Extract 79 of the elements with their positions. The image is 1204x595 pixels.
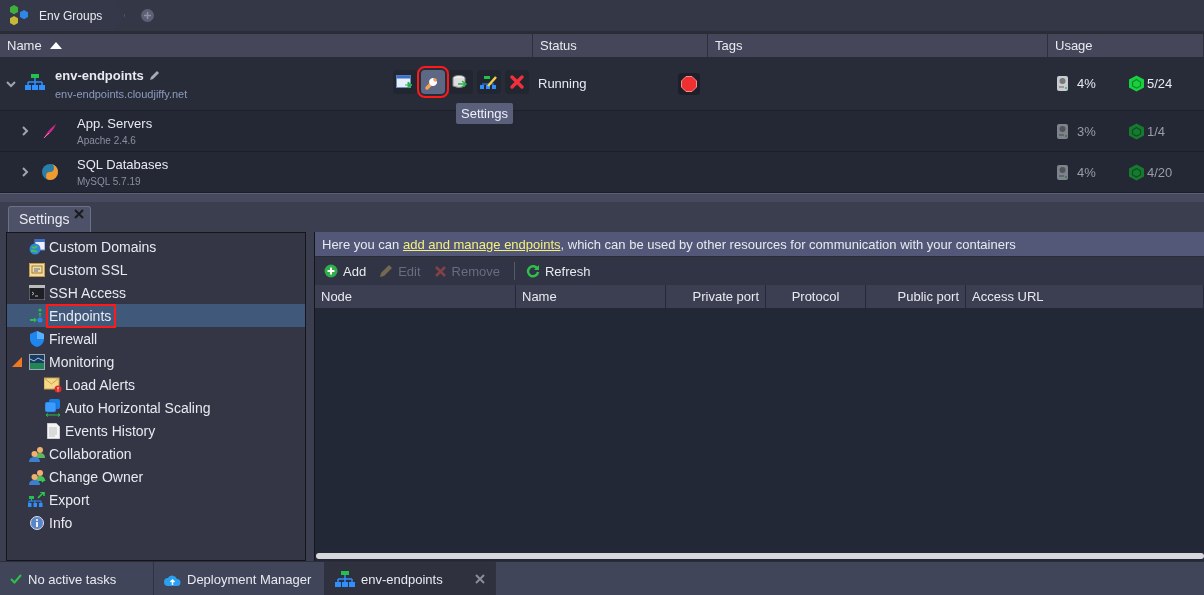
shield-icon [30,330,44,347]
node-version: MySQL 5.7.19 [77,176,142,187]
menu-item[interactable]: Export [7,488,305,511]
menu-item[interactable]: SSH Access [7,281,305,304]
column-header[interactable]: Node [315,285,516,308]
pencil-icon[interactable] [149,70,160,80]
disk-usage: 4% [1077,164,1096,180]
cloudlet-usage: 1/4 [1147,123,1166,139]
disk-usage: 3% [1077,123,1096,139]
status-bar-tab[interactable]: env-endpoints [325,562,496,595]
change-topology-button[interactable] [477,70,501,94]
refresh-button[interactable]: Refresh [522,261,597,281]
settings-tab[interactable]: Settings [8,206,91,232]
menu-item[interactable]: Custom SSL [7,258,305,281]
menu-item[interactable]: Change Owner [7,465,305,488]
status-text: Running [538,76,587,91]
stop-button[interactable] [678,72,700,95]
export-icon [28,491,46,508]
remove-icon [433,264,447,278]
chart-icon [29,353,45,370]
menu-item[interactable]: Events History [7,419,305,442]
cloudlet-icon [1128,75,1145,92]
menu-item[interactable]: Monitoring [7,350,305,373]
node-version: Apache 2.4.6 [77,135,137,146]
info-icon [30,515,44,530]
scrollbar[interactable] [316,553,1204,559]
database-logo-icon [41,163,59,181]
cross-icon [509,74,525,90]
terminal-icon [29,285,45,300]
add-icon [324,264,338,278]
browser-window-icon [396,74,414,90]
topology-icon [335,571,355,587]
users-icon [28,445,46,462]
cloudlet-icon [1128,163,1145,181]
column-header[interactable]: Private port [666,285,766,308]
topology-icon [25,74,45,90]
menu-item[interactable]: Load Alerts [7,373,305,396]
alert-envelope-icon [44,376,62,393]
pencil-icon [379,264,394,278]
environment-domain[interactable]: env-endpoints.cloudjiffy.net [55,87,188,100]
tooltip: Settings [456,103,513,124]
node-name[interactable]: SQL Databases [77,157,169,172]
menu-item[interactable]: Firewall [7,327,305,350]
menu-item[interactable]: Auto Horizontal Scaling [7,396,305,419]
expand-toggle-icon[interactable] [11,356,22,367]
check-icon [10,574,22,584]
topology-edit-icon [480,74,498,90]
delete-button[interactable] [505,70,529,94]
refresh-icon [525,264,540,278]
environment-name[interactable]: env-endpoints [55,67,144,83]
endpoints-link[interactable]: add and manage endpoints [402,236,561,252]
scaling-icon [45,398,61,417]
cloudlet-icon [1128,122,1145,140]
column-header[interactable]: Protocol [766,285,866,308]
menu-item[interactable]: Custom Domains [7,235,305,258]
certificate-icon [29,262,45,277]
endpoints-icon [29,307,45,324]
menu-item[interactable]: Info [7,511,305,534]
node-name[interactable]: App. Servers [77,116,153,131]
disk-usage: 4% [1077,76,1096,91]
open-browser-button[interactable] [393,70,417,94]
status-bar-tab[interactable]: No active tasks [0,562,154,595]
add-group-icon[interactable] [140,9,154,22]
cloudlet-usage: 4/20 [1147,164,1173,180]
menu-item[interactable]: Collaboration [7,442,305,465]
document-icon [46,422,60,439]
column-header[interactable]: Access URL [966,285,1204,308]
column-header[interactable]: Public port [866,285,966,308]
clone-button[interactable] [449,70,473,94]
cloudlet-usage: 5/24 [1147,76,1173,91]
menu-item[interactable]: Endpoints [7,304,305,327]
add-button[interactable]: Add [321,261,373,281]
feather-icon [42,123,58,139]
globe-window-icon [29,238,45,255]
info-text: Here you can add and manage endpoints, which can be used by other resources for communication with your containers [322,236,1016,252]
database-arrow-icon [452,74,470,90]
users-arrow-icon [28,468,46,485]
hexagons-icon [9,4,30,27]
column-header[interactable]: Name [516,285,666,308]
